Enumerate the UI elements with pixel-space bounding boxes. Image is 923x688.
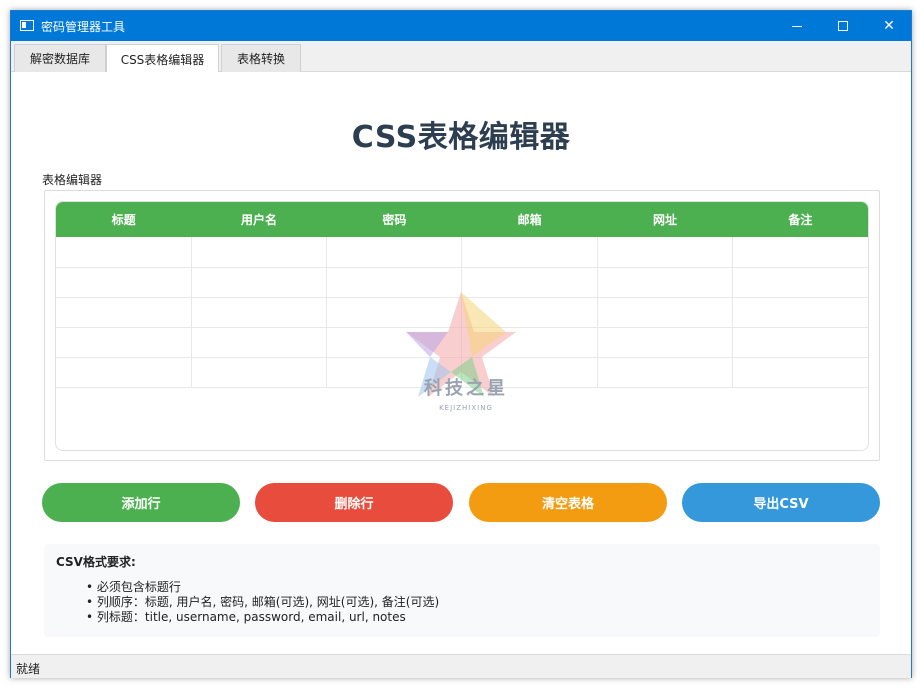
table-cell[interactable] (191, 237, 328, 268)
table-cell[interactable] (56, 357, 192, 388)
csv-format-info: CSV格式要求: 必须包含标题行 列顺序：标题, 用户名, 密码, 邮箱(可选)… (44, 544, 880, 637)
maximize-button[interactable] (820, 11, 866, 41)
group-label: 表格编辑器 (42, 173, 103, 187)
table-cell[interactable] (461, 267, 598, 298)
password-table[interactable]: 标题 用户名 密码 邮箱 网址 备注 (56, 202, 868, 388)
table-cell[interactable] (597, 357, 734, 388)
table-container[interactable]: 标题 用户名 密码 邮箱 网址 备注 (55, 201, 869, 451)
add-row-button[interactable]: 添加行 (42, 483, 240, 522)
status-bar: 就绪 (11, 654, 911, 678)
table-cell[interactable] (597, 297, 734, 328)
table-cell[interactable] (461, 237, 598, 268)
csv-info-item: 列顺序：标题, 用户名, 密码, 邮箱(可选), 网址(可选), 备注(可选) (86, 595, 439, 610)
csv-info-item: 列标题：title, username, password, email, ur… (86, 610, 439, 625)
title-bar[interactable]: 密码管理器工具 ✕ (11, 11, 911, 41)
csv-info-title: CSV格式要求: (56, 555, 136, 569)
watermark-subtext: KEJIZHIXING (439, 404, 493, 412)
page-title: CSS表格编辑器 (351, 120, 571, 155)
csv-info-list: 必须包含标题行 列顺序：标题, 用户名, 密码, 邮箱(可选), 网址(可选),… (86, 580, 439, 625)
column-header-email[interactable]: 邮箱 (461, 202, 598, 237)
table-cell[interactable] (326, 267, 463, 298)
table-cell[interactable] (191, 267, 328, 298)
table-cell[interactable] (56, 297, 192, 328)
table-row[interactable] (56, 267, 868, 298)
table-cell[interactable] (597, 267, 734, 298)
table-row[interactable] (56, 327, 868, 358)
csv-info-item: 必须包含标题行 (86, 580, 439, 595)
column-header-username[interactable]: 用户名 (191, 202, 327, 237)
column-header-password[interactable]: 密码 (326, 202, 462, 237)
table-cell[interactable] (326, 297, 463, 328)
export-csv-button[interactable]: 导出CSV (682, 483, 880, 522)
table-cell[interactable] (191, 297, 328, 328)
table-cell[interactable] (326, 327, 463, 358)
table-cell[interactable] (732, 297, 868, 328)
table-cell[interactable] (191, 357, 328, 388)
column-header-title[interactable]: 标题 (56, 202, 192, 237)
delete-row-button[interactable]: 删除行 (255, 483, 453, 522)
table-cell[interactable] (597, 237, 734, 268)
table-cell[interactable] (732, 357, 868, 388)
maximize-icon (838, 21, 848, 31)
window-title: 密码管理器工具 (41, 20, 126, 34)
table-cell[interactable] (56, 237, 192, 268)
table-cell[interactable] (56, 327, 192, 358)
app-icon (20, 20, 34, 31)
tab-css-table-editor[interactable]: CSS表格编辑器 (106, 44, 219, 73)
watermark-text: 科技之星 (424, 378, 508, 399)
table-row[interactable] (56, 297, 868, 328)
tab-bar: 解密数据库 CSS表格编辑器 表格转换 (11, 41, 911, 73)
table-editor-group: 标题 用户名 密码 邮箱 网址 备注 (44, 190, 880, 461)
table-cell[interactable] (461, 327, 598, 358)
table-cell[interactable] (56, 267, 192, 298)
table-row[interactable] (56, 237, 868, 268)
close-icon: ✕ (883, 18, 895, 34)
table-cell[interactable] (461, 297, 598, 328)
close-button[interactable]: ✕ (866, 11, 912, 41)
tab-content: CSS表格编辑器 表格编辑器 标题 用户名 密码 邮箱 网址 备注 科技之星 K… (11, 72, 911, 654)
table-cell[interactable] (732, 237, 868, 268)
table-cell[interactable] (597, 327, 734, 358)
status-text: 就绪 (16, 662, 41, 676)
app-window: 密码管理器工具 ✕ 解密数据库 CSS表格编辑器 表格转换 CSS表格编辑器 表… (10, 10, 912, 678)
table-cell[interactable] (326, 237, 463, 268)
table-cell[interactable] (732, 327, 868, 358)
tab-table-convert[interactable]: 表格转换 (221, 44, 301, 72)
column-header-url[interactable]: 网址 (597, 202, 733, 237)
table-cell[interactable] (191, 327, 328, 358)
clear-table-button[interactable]: 清空表格 (469, 483, 667, 522)
table-cell[interactable] (732, 267, 868, 298)
tab-decrypt-database[interactable]: 解密数据库 (14, 44, 106, 72)
minimize-button[interactable] (774, 11, 820, 41)
minimize-icon (792, 25, 802, 27)
table-header-row: 标题 用户名 密码 邮箱 网址 备注 (56, 202, 868, 237)
column-header-notes[interactable]: 备注 (732, 202, 868, 237)
